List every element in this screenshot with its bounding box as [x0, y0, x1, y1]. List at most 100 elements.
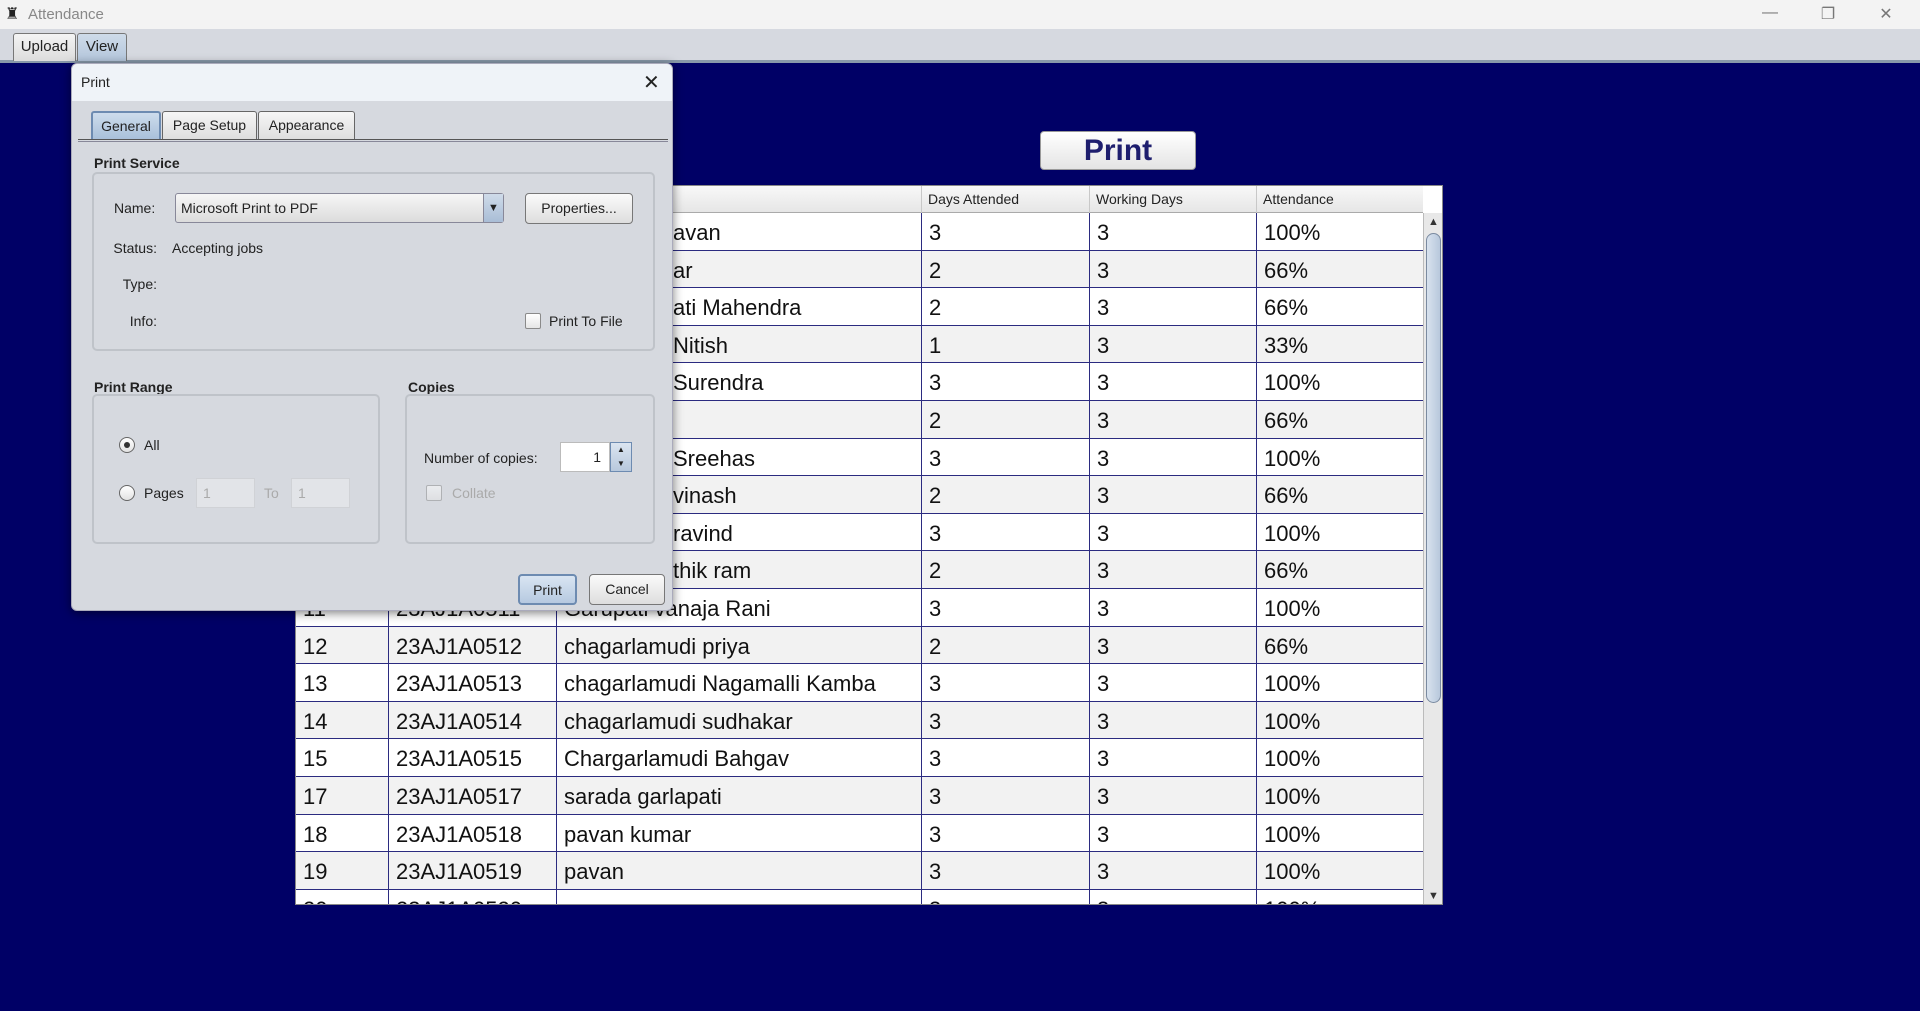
table-row[interactable]: 2023AJ1A052033100%: [296, 889, 1423, 904]
header-working-days[interactable]: Working Days: [1090, 186, 1257, 213]
days-attended-cell[interactable]: 2: [922, 401, 1090, 439]
attendance-percent-cell[interactable]: 100%: [1257, 702, 1423, 740]
days-attended-cell[interactable]: 3: [922, 438, 1090, 477]
table-row[interactable]: 13 23AJ1A0513 chagarlamudi Nagamalli Kamba…: [296, 664, 1423, 702]
roll-id-cell[interactable]: 23AJ1A0518: [389, 814, 557, 853]
print-button[interactable]: Print: [1040, 131, 1196, 170]
roll-id-cell[interactable]: 23AJ1A0514: [389, 701, 557, 740]
scrollbar-thumb[interactable]: [1426, 233, 1441, 703]
working-days-cell[interactable]: 3: [1090, 889, 1257, 904]
days-attended-cell[interactable]: 2: [922, 551, 1090, 589]
table-row[interactable]: 14 23AJ1A0514 chagarlamudi sudhakar 3 3 100%: [296, 701, 1423, 740]
working-days-cell[interactable]: 3: [1090, 777, 1257, 815]
working-days-cell[interactable]: 3: [1090, 288, 1257, 326]
attendance-percent-cell[interactable]: 100%: [1257, 439, 1423, 477]
days-attended-cell[interactable]: 3: [922, 664, 1090, 702]
row-number-cell[interactable]: 12: [296, 626, 389, 665]
roll-id-cell[interactable]: 23AJ1A0519: [389, 852, 557, 890]
working-days-cell[interactable]: 3: [1090, 739, 1257, 777]
close-icon[interactable]: ✕: [1866, 4, 1906, 26]
vertical-scrollbar[interactable]: ▲ ▼: [1423, 213, 1442, 904]
table-row[interactable]: 17 23AJ1A0517 sarada garlapati 3 3 100%: [296, 777, 1423, 815]
row-number-cell[interactable]: 18: [296, 814, 389, 853]
row-number-cell[interactable]: 13: [296, 664, 389, 702]
copies-input[interactable]: 1: [560, 442, 610, 472]
attendance-percent-cell[interactable]: 33%: [1257, 326, 1423, 364]
days-attended-cell[interactable]: 3: [922, 739, 1090, 777]
tab-general[interactable]: General: [91, 111, 161, 139]
days-attended-cell[interactable]: 2: [922, 288, 1090, 326]
working-days-cell[interactable]: 3: [1090, 401, 1257, 439]
cancel-button[interactable]: Cancel: [589, 574, 665, 605]
working-days-cell[interactable]: 3: [1090, 325, 1257, 364]
row-number-cell[interactable]: 14: [296, 701, 389, 740]
days-attended-cell[interactable]: 3: [922, 363, 1090, 401]
tab-upload[interactable]: Upload: [13, 33, 76, 61]
scroll-down-icon[interactable]: ▼: [1424, 887, 1442, 904]
roll-id-cell[interactable]: 23AJ1A0517: [389, 777, 557, 815]
spin-down-icon[interactable]: ▼: [611, 457, 631, 471]
attendance-percent-cell[interactable]: 100%: [1257, 213, 1423, 251]
days-attended-cell[interactable]: 3: [922, 213, 1090, 251]
pages-label[interactable]: Pages: [144, 485, 184, 501]
row-number-cell[interactable]: 17: [296, 777, 389, 815]
working-days-cell[interactable]: 3: [1090, 852, 1257, 890]
working-days-cell[interactable]: 3: [1090, 626, 1257, 665]
printer-name-select[interactable]: Microsoft Print to PDF ▼: [175, 193, 504, 223]
print-to-file-label[interactable]: Print To File: [549, 313, 623, 329]
student-name-cell[interactable]: chagarlamudi sudhakar: [557, 701, 922, 740]
scroll-up-icon[interactable]: ▲: [1424, 213, 1442, 231]
row-number-cell[interactable]: 20: [296, 889, 389, 904]
attendance-percent-cell[interactable]: 66%: [1257, 251, 1423, 289]
print-to-file-checkbox[interactable]: [525, 313, 541, 329]
attendance-percent-cell[interactable]: 100%: [1257, 890, 1423, 904]
attendance-percent-cell[interactable]: 100%: [1257, 777, 1423, 815]
days-attended-cell[interactable]: 3: [922, 589, 1090, 627]
collate-checkbox[interactable]: [426, 485, 442, 501]
properties-button[interactable]: Properties...: [525, 193, 633, 224]
student-name-cell[interactable]: chagarlamudi Nagamalli Kamba: [557, 664, 922, 702]
days-attended-cell[interactable]: 2: [922, 250, 1090, 289]
working-days-cell[interactable]: 3: [1090, 476, 1257, 514]
working-days-cell[interactable]: 3: [1090, 701, 1257, 740]
working-days-cell[interactable]: 3: [1090, 551, 1257, 589]
roll-id-cell[interactable]: 23AJ1A0512: [389, 626, 557, 665]
attendance-percent-cell[interactable]: 100%: [1257, 363, 1423, 401]
working-days-cell[interactable]: 3: [1090, 250, 1257, 289]
student-name-cell[interactable]: sarada garlapati: [557, 777, 922, 815]
row-number-cell[interactable]: 15: [296, 739, 389, 777]
attendance-percent-cell[interactable]: 100%: [1257, 739, 1423, 777]
dialog-print-button[interactable]: Print: [518, 574, 577, 605]
attendance-percent-cell[interactable]: 100%: [1257, 815, 1423, 853]
header-attendance[interactable]: Attendance: [1257, 186, 1423, 213]
working-days-cell[interactable]: 3: [1090, 589, 1257, 627]
days-attended-cell[interactable]: 3: [922, 852, 1090, 890]
days-attended-cell[interactable]: 2: [922, 476, 1090, 514]
days-attended-cell[interactable]: 1: [922, 325, 1090, 364]
roll-id-cell[interactable]: 23AJ1A0515: [389, 739, 557, 777]
attendance-percent-cell[interactable]: 100%: [1257, 664, 1423, 702]
table-row[interactable]: 19 23AJ1A0519 pavan 3 3 100%: [296, 852, 1423, 890]
attendance-percent-cell[interactable]: 66%: [1257, 288, 1423, 326]
all-label[interactable]: All: [144, 437, 160, 453]
working-days-cell[interactable]: 3: [1090, 513, 1257, 552]
row-number-cell[interactable]: 19: [296, 852, 389, 890]
working-days-cell[interactable]: 3: [1090, 213, 1257, 251]
student-name-cell[interactable]: pavan: [557, 852, 922, 890]
table-row[interactable]: 18 23AJ1A0518 pavan kumar 3 3 100%: [296, 814, 1423, 853]
attendance-percent-cell[interactable]: 66%: [1257, 627, 1423, 665]
student-name-cell[interactable]: pavan kumar: [557, 814, 922, 853]
pages-radio[interactable]: [119, 485, 135, 501]
student-name-cell[interactable]: chagarlamudi priya: [557, 626, 922, 665]
days-attended-cell[interactable]: 3: [922, 513, 1090, 552]
working-days-cell[interactable]: 3: [1090, 664, 1257, 702]
attendance-percent-cell[interactable]: 66%: [1257, 551, 1423, 589]
days-attended-cell[interactable]: 3: [922, 814, 1090, 853]
attendance-percent-cell[interactable]: 100%: [1257, 589, 1423, 627]
all-radio[interactable]: [119, 437, 135, 453]
close-icon[interactable]: ✕: [643, 70, 660, 95]
minimize-icon[interactable]: —: [1750, 4, 1790, 26]
working-days-cell[interactable]: 3: [1090, 814, 1257, 853]
days-attended-cell[interactable]: 3: [922, 889, 1090, 904]
tab-appearance[interactable]: Appearance: [258, 111, 355, 139]
